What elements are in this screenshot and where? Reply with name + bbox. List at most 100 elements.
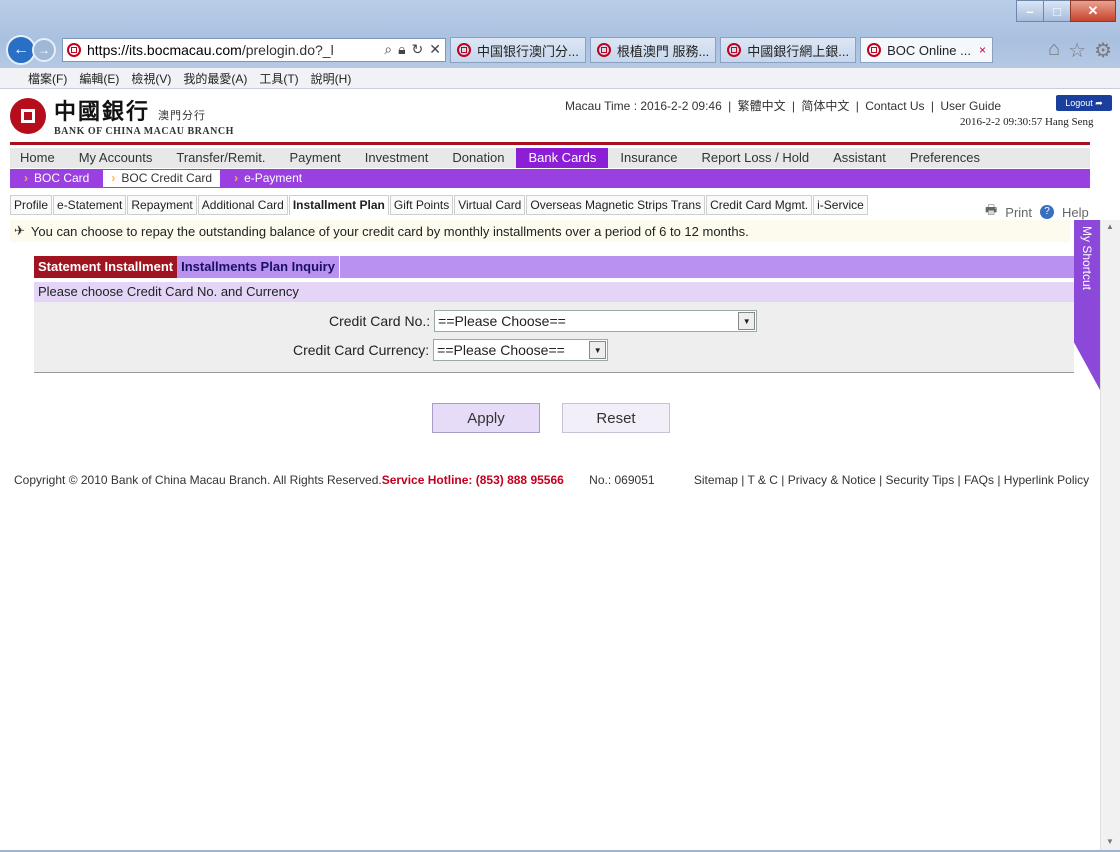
- browser-nav-row: ← → https://its.bocmacau.com/prelogin.do…: [6, 35, 1116, 65]
- lock-icon[interactable]: 🔒︎: [398, 41, 405, 58]
- sub-nav: BOC Card BOC Credit Card e-Payment: [10, 169, 1090, 188]
- header-info: Macau Time : 2016-2-2 09:46 | 繁體中文 | 简体中…: [565, 99, 1002, 113]
- tab-favicon-icon: [596, 43, 611, 57]
- logo-chinese-name: 中國銀行: [54, 99, 151, 125]
- browser-menu-bar: 檔案(F) 編輯(E) 檢視(V) 我的最愛(A) 工具(T) 說明(H): [0, 68, 1120, 89]
- favorites-star-icon[interactable]: ☆: [1068, 38, 1086, 63]
- nav-insurance[interactable]: Insurance: [608, 148, 689, 168]
- macau-time: Macau Time : 2016-2-2 09:46: [565, 99, 722, 113]
- nav-bank-cards[interactable]: Bank Cards: [516, 148, 609, 168]
- credit-card-currency-select[interactable]: ==Please Choose== ▼: [433, 339, 609, 361]
- reset-button[interactable]: Reset: [562, 403, 670, 433]
- menu-favorites[interactable]: 我的最愛(A): [183, 70, 247, 87]
- browser-tab[interactable]: 根植澳門 服務...: [589, 37, 717, 63]
- nav-preferences[interactable]: Preferences: [898, 148, 992, 168]
- tab-close-icon[interactable]: ×: [979, 43, 986, 57]
- tab-virtual-card[interactable]: Virtual Card: [454, 195, 526, 215]
- credit-card-no-select[interactable]: ==Please Choose== ▼: [434, 310, 758, 332]
- main-nav: Home My Accounts Transfer/Remit. Payment…: [10, 148, 1090, 168]
- boc-logo-icon: [10, 97, 46, 134]
- credit-card-currency-label: Credit Card Currency:: [293, 342, 430, 358]
- scroll-down-icon[interactable]: ▼: [1106, 837, 1114, 846]
- menu-help[interactable]: 說明(H): [311, 70, 352, 87]
- menu-view[interactable]: 檢視(V): [131, 70, 171, 87]
- link-contact-us[interactable]: Contact Us: [865, 99, 924, 113]
- link-simplified-chinese[interactable]: 简体中文: [801, 99, 849, 113]
- tab-credit-card-mgmt[interactable]: Credit Card Mgmt.: [706, 195, 813, 215]
- print-link[interactable]: Print: [1005, 205, 1032, 220]
- browser-tab[interactable]: 中國銀行網上銀...: [720, 37, 857, 63]
- address-bar[interactable]: https://its.bocmacau.com/prelogin.do?_l …: [62, 38, 446, 62]
- url-host: https://its.bocmacau.com: [87, 42, 242, 58]
- browser-tab-active[interactable]: BOC Online ... ×: [860, 37, 993, 63]
- menu-edit[interactable]: 編輯(E): [79, 70, 119, 87]
- maximize-button[interactable]: □: [1043, 0, 1071, 22]
- search-icon[interactable]: ⌕: [384, 41, 392, 58]
- credit-card-tabs: Profile e-Statement Repayment Additional…: [10, 195, 869, 215]
- pin-icon: ✈: [14, 223, 25, 238]
- browser-tools: ⌂ ☆ ⚙: [1048, 38, 1112, 63]
- tab-favicon-icon: [457, 43, 471, 57]
- subnav-e-payment[interactable]: e-Payment: [226, 170, 310, 187]
- logo-english-name: BANK OF CHINA MACAU BRANCH: [54, 126, 234, 137]
- help-icon[interactable]: ?: [1040, 205, 1055, 219]
- service-hotline: Service Hotline: (853) 888 95566: [381, 473, 564, 487]
- link-traditional-chinese[interactable]: 繁體中文: [738, 99, 786, 113]
- installment-form-panel: Statement Installment Installments Plan …: [34, 256, 1074, 373]
- panel-caption: Please choose Credit Card No. and Curren…: [34, 282, 1074, 302]
- footer-links[interactable]: Sitemap | T & C | Privacy & Notice | Sec…: [694, 473, 1089, 487]
- tab-repayment[interactable]: Repayment: [127, 195, 197, 215]
- minimize-button[interactable]: –: [1016, 0, 1044, 22]
- home-icon[interactable]: ⌂: [1048, 38, 1060, 63]
- my-shortcut-tab[interactable]: My Shortcut: [1074, 220, 1100, 390]
- nav-report-loss[interactable]: Report Loss / Hold: [689, 148, 821, 168]
- tab-profile[interactable]: Profile: [10, 195, 53, 215]
- vertical-scrollbar[interactable]: ▲ ▼: [1100, 220, 1120, 850]
- link-user-guide[interactable]: User Guide: [940, 99, 1001, 113]
- tab-installments-plan-inquiry[interactable]: Installments Plan Inquiry: [177, 256, 340, 278]
- window-controls: – □ ✕: [1016, 0, 1116, 22]
- boc-logo: 中國銀行 澳門分行 BANK OF CHINA MACAU BRANCH: [10, 94, 234, 137]
- notice-text: You can choose to repay the outstanding …: [30, 223, 749, 239]
- refresh-icon[interactable]: ↻: [412, 41, 424, 58]
- panel-body: Credit Card No.: ==Please Choose== ▼ Cre…: [34, 302, 1074, 373]
- logout-button[interactable]: Logout ➦: [1056, 95, 1112, 111]
- tab-gift-points[interactable]: Gift Points: [389, 195, 454, 215]
- browser-tab[interactable]: 中国银行澳门分...: [450, 37, 586, 63]
- chevron-down-icon[interactable]: ▼: [738, 312, 756, 330]
- scroll-up-icon[interactable]: ▲: [1106, 222, 1114, 231]
- settings-gear-icon[interactable]: ⚙: [1094, 38, 1112, 63]
- last-login-stamp: 2016-2-2 09:30:57 Hang Seng: [960, 116, 1094, 128]
- tab-overseas-magnetic-strips[interactable]: Overseas Magnetic Strips Trans: [526, 195, 706, 215]
- tab-e-statement[interactable]: e-Statement: [53, 195, 127, 215]
- tab-additional-card[interactable]: Additional Card: [197, 195, 288, 215]
- menu-tools[interactable]: 工具(T): [259, 70, 298, 87]
- subnav-boc-card[interactable]: BOC Card: [16, 170, 97, 187]
- browser-title-bar: – □ ✕ ← → https://its.bocmacau.com/prelo…: [0, 0, 1120, 68]
- nav-payment[interactable]: Payment: [277, 148, 352, 168]
- nav-home[interactable]: Home: [10, 148, 67, 168]
- close-window-button[interactable]: ✕: [1070, 0, 1116, 22]
- tab-statement-installment[interactable]: Statement Installment: [34, 256, 178, 278]
- nav-investment[interactable]: Investment: [353, 148, 441, 168]
- header-divider: [10, 142, 1090, 145]
- nav-transfer[interactable]: Transfer/Remit.: [164, 148, 277, 168]
- tab-favicon-icon: [867, 43, 882, 57]
- tab-i-service[interactable]: i-Service: [813, 195, 868, 215]
- tab-installment-plan[interactable]: Installment Plan: [288, 195, 389, 215]
- forward-button[interactable]: →: [32, 38, 56, 62]
- logout-arrow-icon: ➦: [1095, 97, 1103, 108]
- notice-bar: ✈ You can choose to repay the outstandin…: [10, 220, 1070, 242]
- stop-icon[interactable]: ✕: [429, 41, 441, 58]
- chevron-down-icon[interactable]: ▼: [589, 341, 607, 359]
- apply-button[interactable]: Apply: [432, 403, 540, 433]
- credit-card-no-label: Credit Card No.:: [329, 313, 431, 329]
- help-link[interactable]: Help: [1062, 205, 1089, 220]
- nav-assistant[interactable]: Assistant: [821, 148, 898, 168]
- panel-tabs: Statement Installment Installments Plan …: [34, 256, 1074, 278]
- nav-my-accounts[interactable]: My Accounts: [67, 148, 165, 168]
- menu-file[interactable]: 檔案(F): [28, 70, 67, 87]
- subnav-boc-credit-card[interactable]: BOC Credit Card: [103, 170, 221, 187]
- nav-donation[interactable]: Donation: [440, 148, 516, 168]
- tab-favicon-icon: [727, 43, 742, 57]
